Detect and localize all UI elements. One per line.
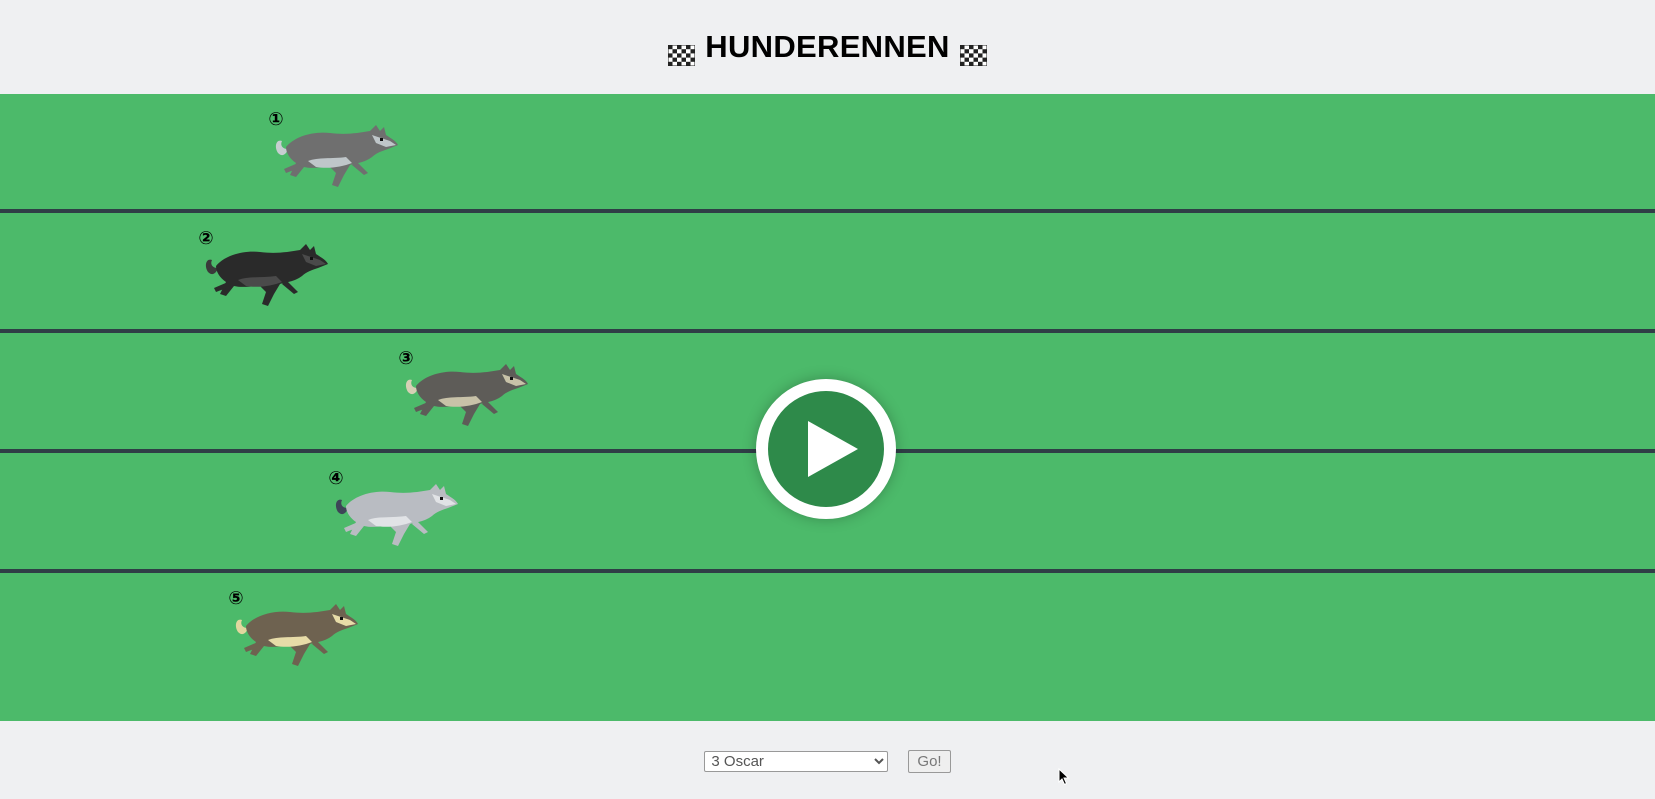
- go-button[interactable]: Go!: [908, 749, 951, 773]
- running-dog-icon: [275, 125, 398, 187]
- dog-runner-5: ⑤: [226, 590, 366, 682]
- lane-divider: [0, 569, 1655, 573]
- running-dog-icon: [335, 484, 458, 546]
- lane-divider: [0, 329, 1655, 333]
- dog-runner-2: ②: [196, 230, 336, 322]
- dog-select[interactable]: 3 Oscar: [704, 750, 889, 772]
- play-icon: [808, 421, 858, 477]
- running-dog-icon: [205, 244, 328, 306]
- dog-runner-1: ①: [266, 111, 406, 203]
- running-dog-icon: [405, 364, 528, 426]
- dog-runner-3: ③: [396, 350, 536, 442]
- play-button[interactable]: [756, 379, 896, 519]
- header: HUNDERENNEN: [0, 0, 1655, 94]
- mouse-cursor-icon: [1058, 768, 1070, 786]
- checkered-flag-icon: [667, 38, 696, 66]
- page-title: HUNDERENNEN: [667, 29, 988, 66]
- checkered-flag-icon: [959, 38, 988, 66]
- lane-divider: [0, 209, 1655, 213]
- title-text: HUNDERENNEN: [705, 29, 950, 64]
- controls-bar: 3 Oscar Go!: [0, 744, 1655, 778]
- dog-runner-4: ④: [326, 470, 466, 562]
- race-track: ① ②③ ④ ⑤: [0, 94, 1655, 721]
- running-dog-icon: [235, 604, 358, 666]
